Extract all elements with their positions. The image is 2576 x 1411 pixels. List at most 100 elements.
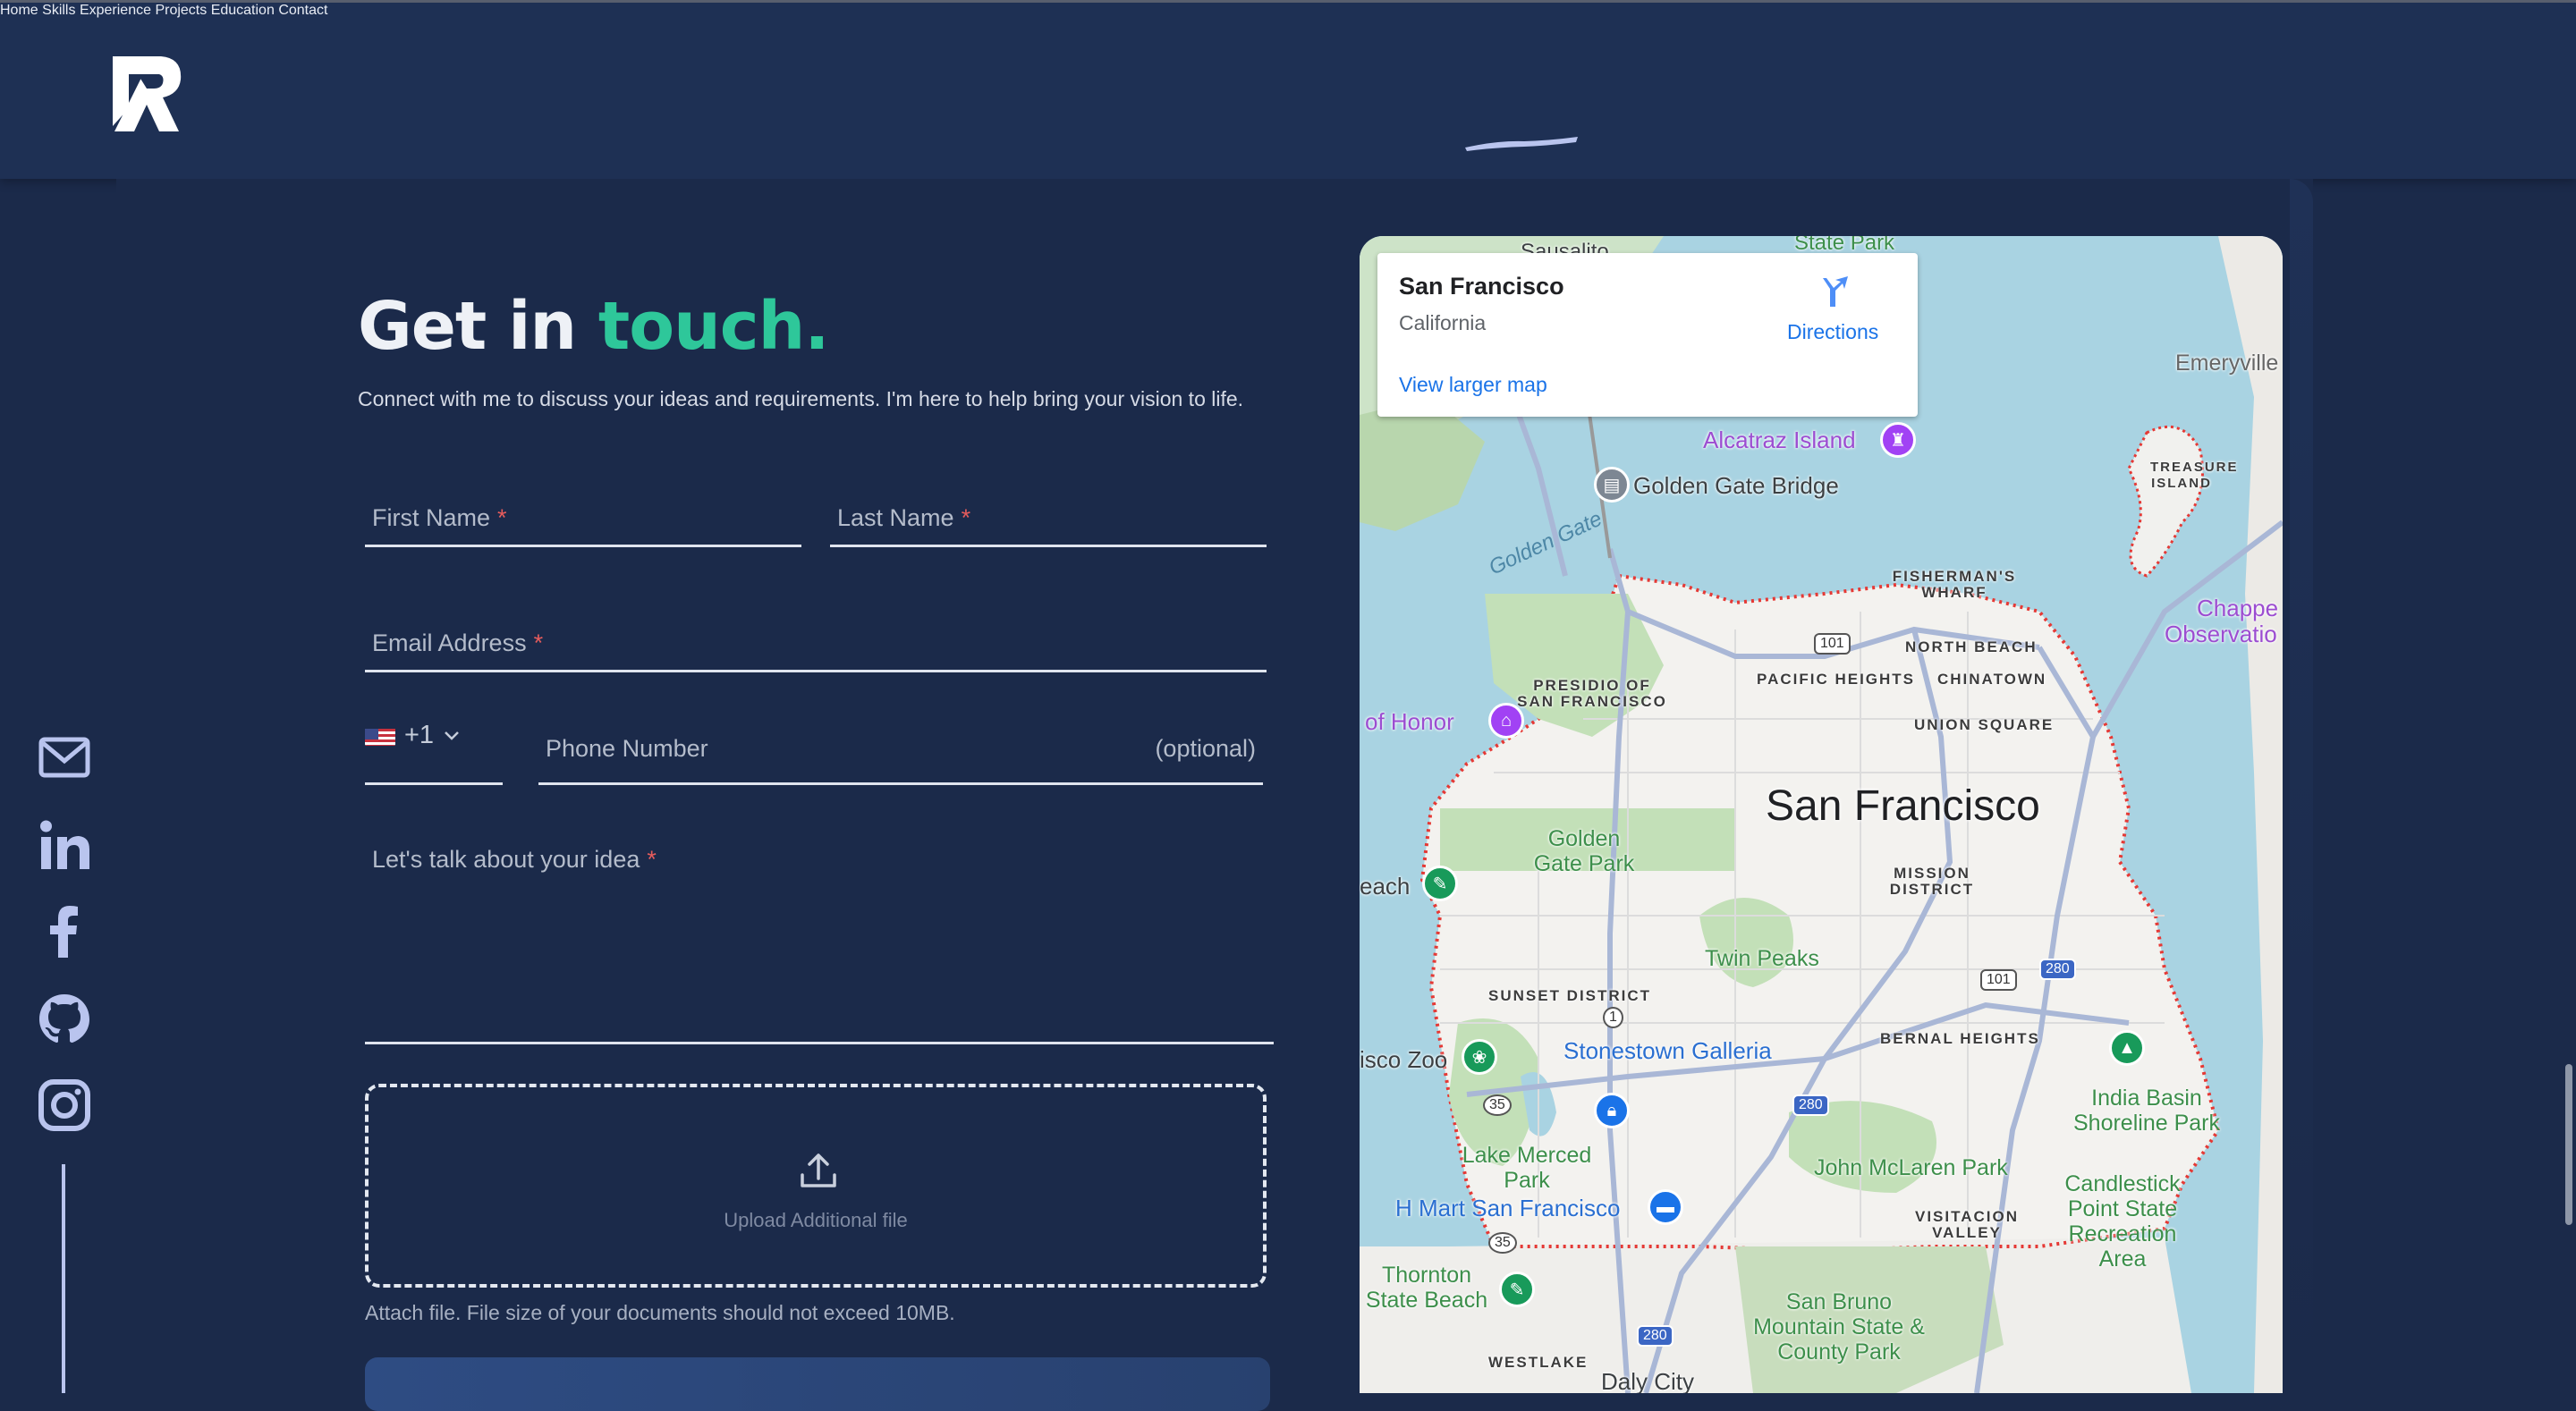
phone-field[interactable]: Phone Number (optional) [538, 715, 1263, 785]
map-label-visitacion: VISITACION VALLEY [1914, 1208, 2020, 1241]
map-label-presidio: PRESIDIO OF SAN FRANCISCO [1517, 677, 1667, 710]
map-label-sunset: SUNSET DISTRICT [1488, 987, 1652, 1004]
shopping-pin-icon[interactable]: 🔒︎ [1594, 1093, 1630, 1128]
upload-icon [801, 1153, 836, 1187]
map-label-candlestick: Candlestick Point State Recreation Area [2064, 1171, 2181, 1272]
view-larger-map-link[interactable]: View larger map [1399, 373, 1547, 397]
map-label-lake-merced: Lake Merced Park [1462, 1143, 1592, 1193]
map-label-legion-of-honor: of Honor [1365, 708, 1454, 735]
map-info-card: San Francisco California View larger map… [1377, 253, 1918, 417]
contact-subtitle: Connect with me to discuss your ideas an… [358, 387, 1244, 410]
i-280-shield-b: 280 [1792, 1094, 1829, 1116]
museum-pin-icon[interactable]: ⌂ [1488, 703, 1524, 739]
linkedin-link[interactable] [34, 815, 95, 876]
facebook-icon [50, 906, 78, 958]
social-divider-line [62, 1164, 65, 1393]
idea-label: Let's talk about your idea * [372, 846, 657, 873]
beach-pin-icon[interactable]: ✎ [1422, 866, 1458, 901]
map-label-john-mclaren: John McLaren Park [1814, 1155, 2008, 1180]
phone-underline [538, 782, 1263, 785]
phone-label: Phone Number [546, 735, 708, 762]
nav-skills[interactable]: Skills [42, 3, 75, 18]
map-label-golden-gate-bridge: Golden Gate Bridge [1633, 472, 1839, 499]
last-name-label: Last Name * [837, 504, 971, 531]
first-name-underline [365, 545, 801, 547]
page-scrollbar[interactable] [2565, 1064, 2572, 1225]
map-label-fishermans-wharf: FISHERMAN'S WHARF [1892, 568, 2017, 601]
facebook-link[interactable] [34, 900, 95, 961]
first-name-field[interactable]: First Name * [365, 501, 801, 547]
map-label-stonestown: Stonestown Galleria [1563, 1037, 1772, 1064]
map-label-chinatown: CHINATOWN [1937, 671, 2047, 688]
map-label-pacific-heights: PACIFIC HEIGHTS [1757, 671, 1916, 688]
alcatraz-pin-icon[interactable]: ♜ [1880, 422, 1916, 458]
phone-optional-hint: (optional) [1155, 735, 1256, 762]
map-card-place: San Francisco [1399, 273, 1564, 300]
us-101-shield-b: 101 [1980, 969, 2017, 991]
map-label-union-square: UNION SQUARE [1914, 716, 2055, 733]
country-code-value: +1 [404, 721, 435, 749]
map-label-zoo: isco Zoo [1360, 1046, 1448, 1073]
i-280-shield-a: 280 [2039, 959, 2076, 980]
map-label-beach: each [1360, 873, 1411, 900]
navbar: Home Skills Experience Projects Educatio… [0, 3, 2576, 179]
map-label-india-basin: India Basin Shoreline Park [2073, 1086, 2220, 1136]
map-label-north-beach: NORTH BEACH [1905, 638, 2038, 655]
mail-link[interactable] [34, 727, 95, 788]
email-label: Email Address * [372, 629, 544, 656]
map-label-city: San Francisco [1766, 782, 2040, 830]
upload-text: Upload Additional file [724, 1209, 908, 1231]
i-280-shield-c: 280 [1637, 1325, 1674, 1347]
hmart-pin-icon[interactable]: ▬ [1648, 1189, 1683, 1225]
file-upload-dropzone[interactable]: Upload Additional file [365, 1084, 1267, 1288]
map-card-region: California [1399, 311, 1487, 334]
map-label-daly-city: Daly City [1601, 1368, 1695, 1393]
instagram-link[interactable] [34, 1075, 95, 1136]
map-label-hmart: H Mart San Francisco [1395, 1195, 1621, 1221]
email-underline [365, 670, 1267, 672]
github-link[interactable] [34, 989, 95, 1050]
chevron-down-icon [445, 731, 459, 740]
nav-projects[interactable]: Projects [155, 3, 207, 18]
directions-icon[interactable] [1816, 275, 1852, 310]
map-label-observation: Observatio [2165, 621, 2277, 647]
brand-logo-icon[interactable] [107, 55, 186, 133]
github-icon [39, 994, 89, 1043]
email-field[interactable]: Email Address * [365, 626, 1267, 672]
us-flag-icon [365, 726, 395, 746]
map-label-alcatraz: Alcatraz Island [1703, 427, 1856, 453]
country-code-display[interactable]: +1 [365, 721, 461, 750]
title-part-1: Get in [358, 288, 577, 365]
submit-button[interactable] [365, 1357, 1270, 1411]
india-basin-pin-icon[interactable]: ▲ [2109, 1030, 2145, 1066]
map-label-golden-gate-park: Golden Gate Park [1533, 826, 1635, 876]
map-label-emeryville: Emeryville [2175, 351, 2279, 376]
nav-education[interactable]: Education [211, 3, 275, 18]
nav-experience[interactable]: Experience [80, 3, 151, 18]
contact-title: Get in touch. [358, 288, 830, 365]
ca-35-shield-a: 35 [1483, 1094, 1512, 1116]
map-label-thornton: Thornton State Beach [1365, 1263, 1488, 1313]
last-name-field[interactable]: Last Name * [830, 501, 1267, 547]
bridge-pin-icon[interactable]: ▤ [1594, 467, 1630, 503]
ca-1-shield: 1 [1603, 1007, 1623, 1028]
last-name-underline [830, 545, 1267, 547]
us-101-shield-a: 101 [1814, 633, 1851, 655]
mail-icon [38, 737, 90, 778]
linkedin-icon [40, 820, 89, 869]
thornton-pin-icon[interactable]: ✎ [1499, 1272, 1535, 1307]
directions-link[interactable]: Directions [1787, 320, 1878, 344]
zoo-pin-icon[interactable]: ❀ [1462, 1039, 1497, 1075]
idea-textarea[interactable]: Let's talk about your idea * [365, 841, 1274, 1044]
map-label-treasure-island: TREASURE ISLAND [2150, 460, 2239, 491]
map-label-mission: MISSION DISTRICT [1889, 865, 1975, 898]
nav-contact[interactable]: Contact [278, 3, 327, 18]
nav-home[interactable]: Home [0, 3, 38, 18]
title-part-2: touch. [597, 288, 830, 365]
instagram-icon [38, 1079, 90, 1131]
ca-35-shield-b: 35 [1488, 1232, 1517, 1254]
idea-underline [365, 1042, 1274, 1044]
section-edge [2290, 179, 2313, 1393]
map-label-san-bruno: San Bruno Mountain State & County Park [1753, 1289, 1925, 1365]
country-code-underline [365, 782, 503, 785]
